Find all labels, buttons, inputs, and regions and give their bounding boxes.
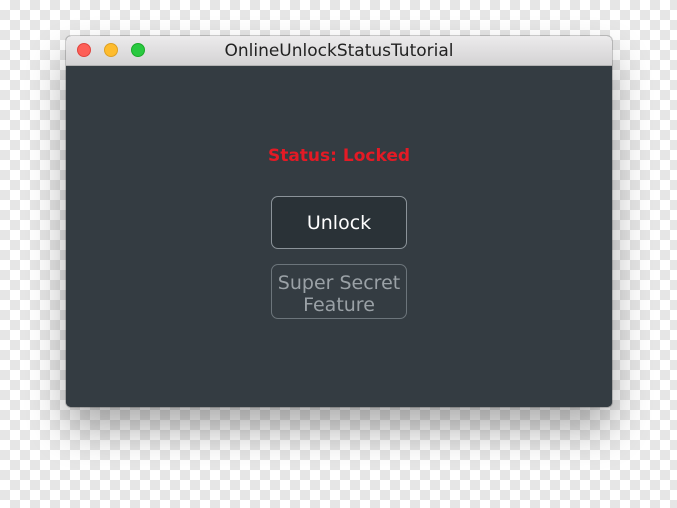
super-secret-feature-button[interactable]: Super Secret Feature bbox=[271, 264, 407, 319]
main-content: Status: Locked Unlock Super Secret Featu… bbox=[66, 66, 612, 407]
status-label: Status: Locked bbox=[267, 146, 411, 166]
unlock-button[interactable]: Unlock bbox=[271, 196, 407, 249]
window-title: OnlineUnlockStatusTutorial bbox=[224, 41, 454, 61]
title-bar[interactable]: OnlineUnlockStatusTutorial bbox=[66, 36, 612, 66]
unlock-button-label: Unlock bbox=[306, 211, 372, 234]
secret-button-label-line1: Super Secret bbox=[277, 271, 401, 294]
app-window: OnlineUnlockStatusTutorial Status: Locke… bbox=[66, 36, 612, 407]
secret-button-label-line2: Feature bbox=[303, 293, 375, 316]
